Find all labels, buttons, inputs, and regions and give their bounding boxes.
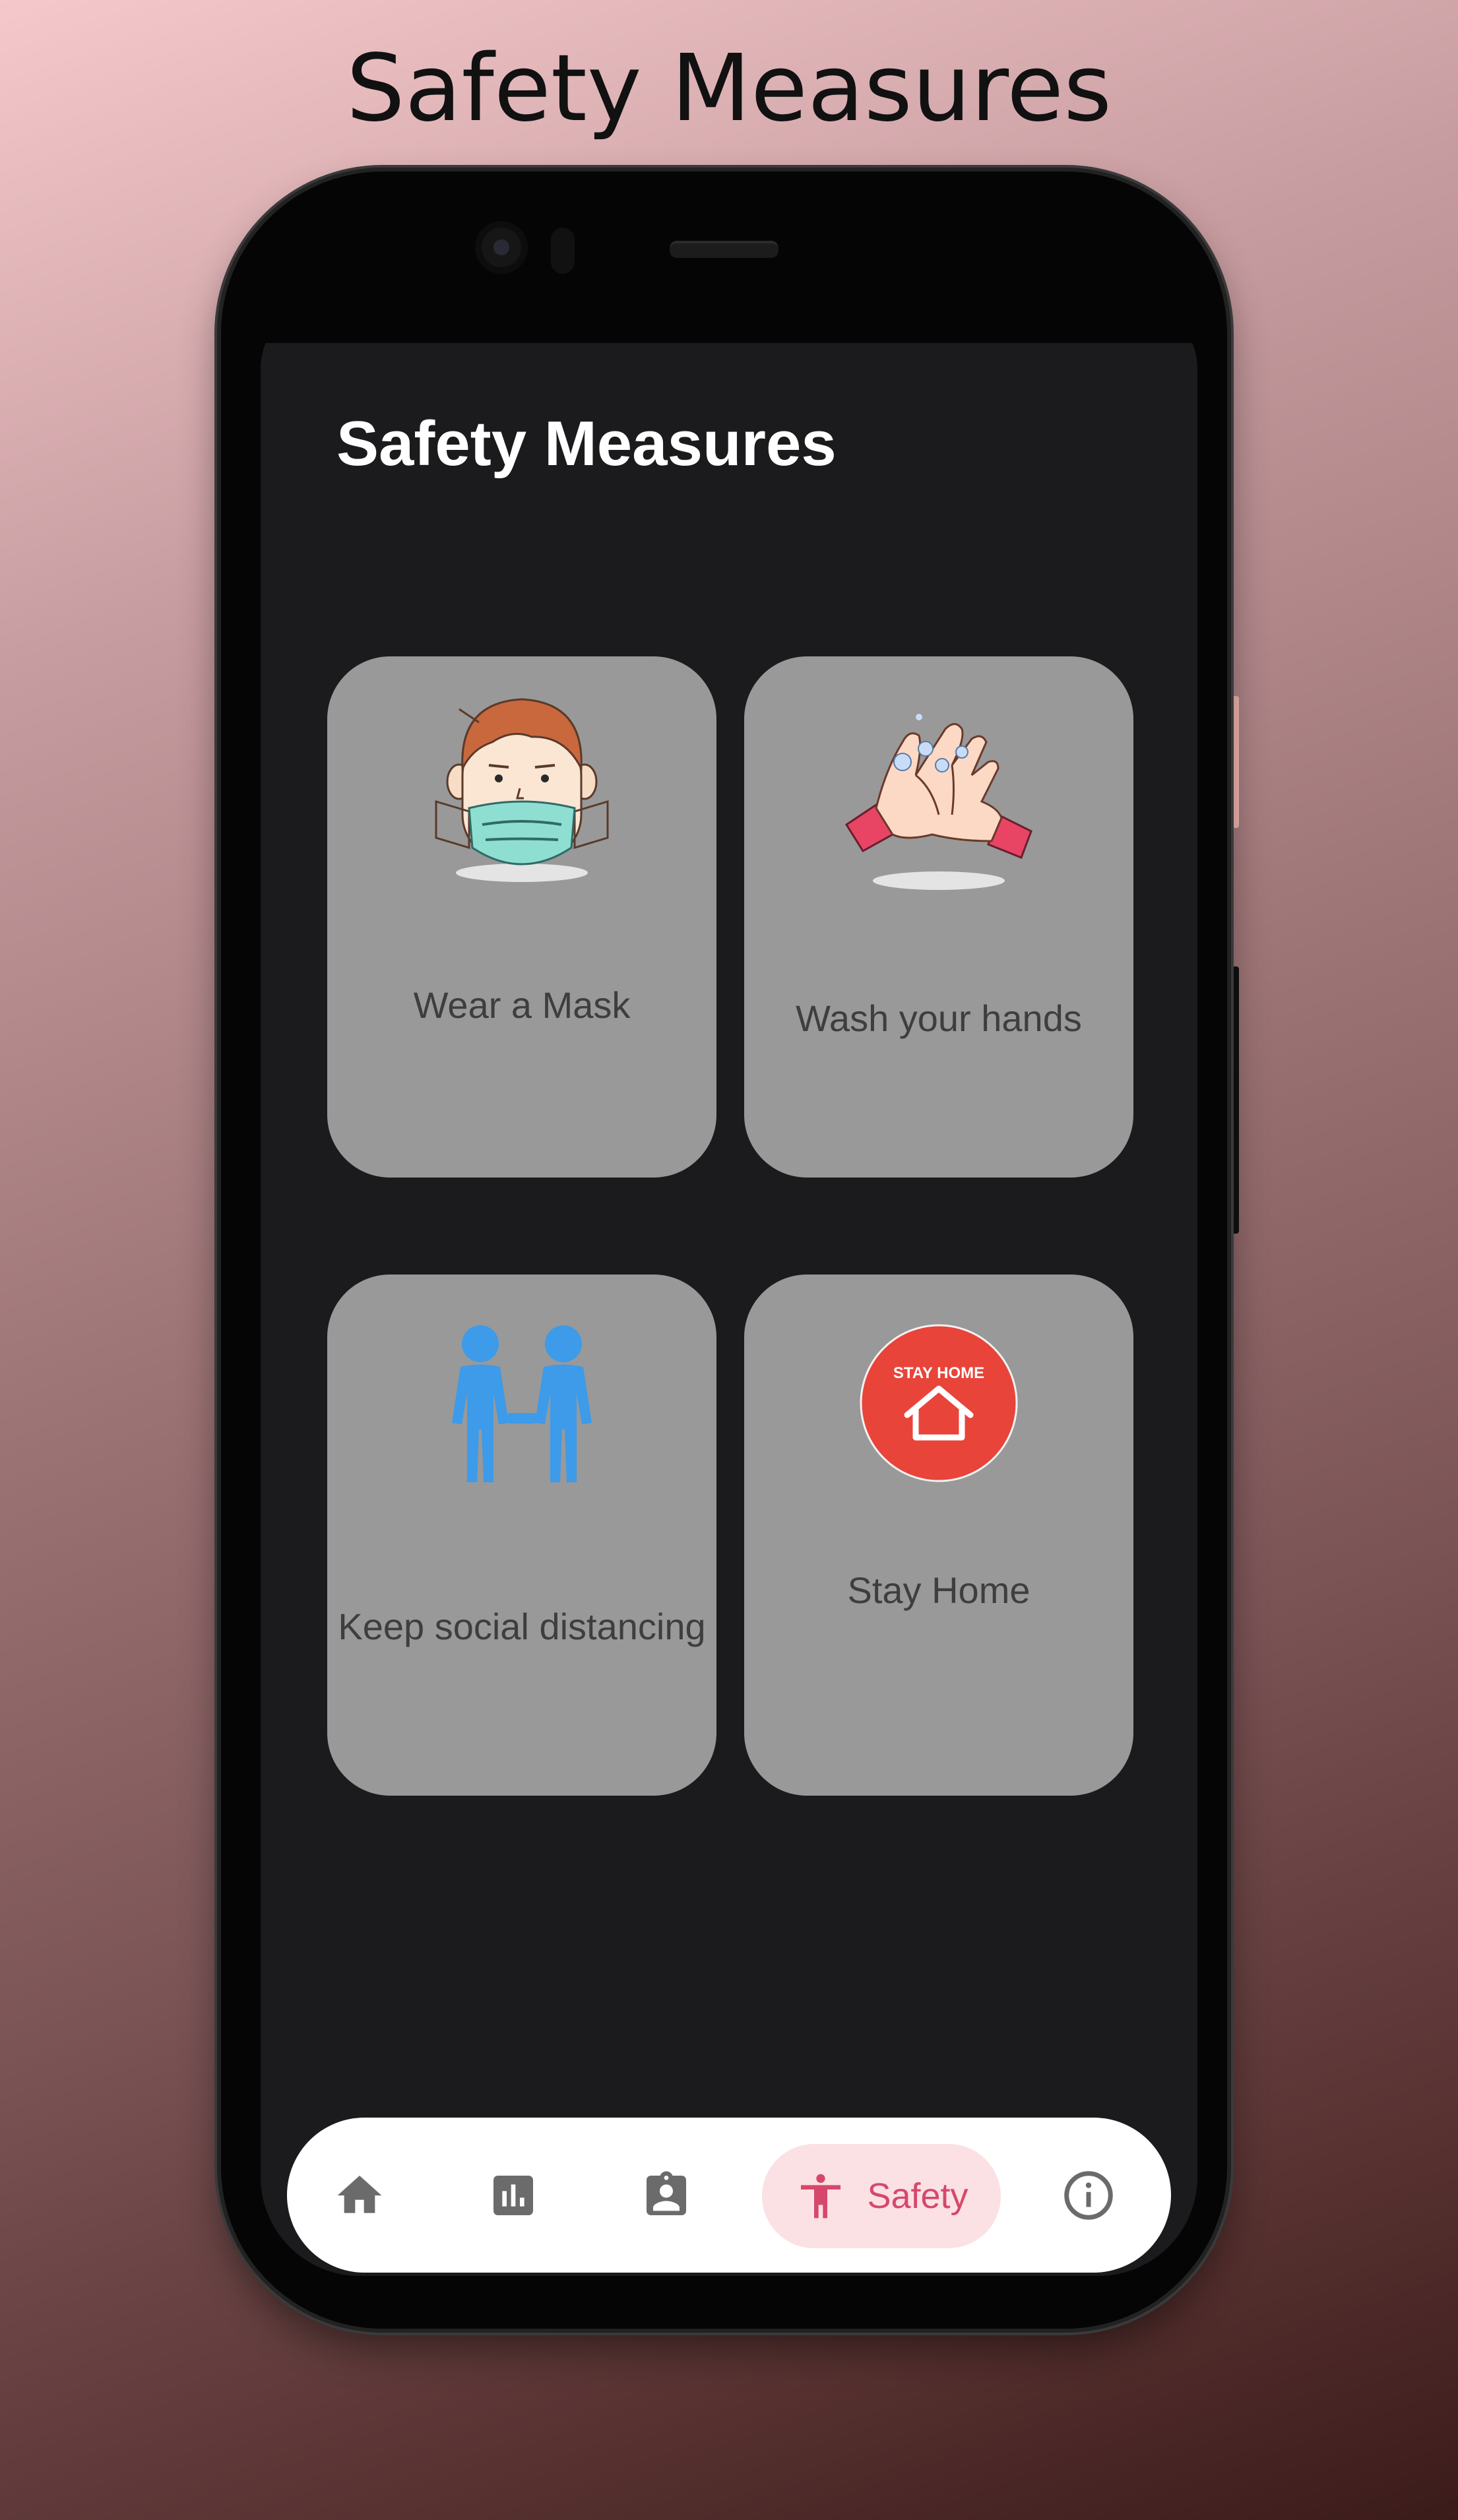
card-label: Stay Home — [847, 1569, 1030, 1611]
nav-safety[interactable]: Safety — [762, 2144, 1001, 2248]
card-label: Wear a Mask — [413, 984, 631, 1026]
washing-hands-icon — [744, 703, 1133, 900]
bar-chart-icon — [493, 2175, 533, 2215]
front-camera — [475, 221, 528, 274]
app-screen: Safety Measures Wear a Mask Wash your ha… — [261, 297, 1197, 2276]
volume-button — [1228, 966, 1239, 1234]
card-wash-hands[interactable]: Wash your hands — [744, 656, 1133, 1178]
home-icon — [337, 2175, 382, 2213]
power-button — [1228, 696, 1239, 828]
card-label: Keep social distancing — [338, 1606, 706, 1647]
earpiece-speaker — [670, 241, 778, 258]
stay-home-icon: STAY HOME — [744, 1324, 1133, 1482]
promo-title: Safety Measures — [346, 35, 1112, 142]
card-stay-home[interactable]: STAY HOME Stay Home — [744, 1275, 1133, 1796]
nav-home[interactable] — [323, 2118, 396, 2273]
contact-badge-icon — [647, 2170, 686, 2215]
card-wear-mask[interactable]: Wear a Mask — [327, 656, 716, 1178]
face-mask-icon — [327, 689, 716, 887]
stay-home-badge-text: STAY HOME — [893, 1364, 984, 1382]
nav-contacts[interactable] — [630, 2118, 703, 2273]
nav-safety-label: Safety — [867, 2176, 968, 2216]
nav-info[interactable] — [1052, 2118, 1125, 2273]
social-distancing-icon — [327, 1324, 716, 1486]
card-social-distancing[interactable]: Keep social distancing — [327, 1275, 716, 1796]
bottom-navigation: Safety — [287, 2118, 1171, 2273]
status-bar — [261, 297, 1197, 343]
accessibility-icon — [801, 2174, 841, 2219]
proximity-sensor — [551, 228, 575, 274]
nav-stats[interactable] — [477, 2118, 550, 2273]
card-label: Wash your hands — [796, 997, 1082, 1039]
page-title: Safety Measures — [336, 408, 837, 479]
info-icon — [1064, 2170, 1113, 2220]
